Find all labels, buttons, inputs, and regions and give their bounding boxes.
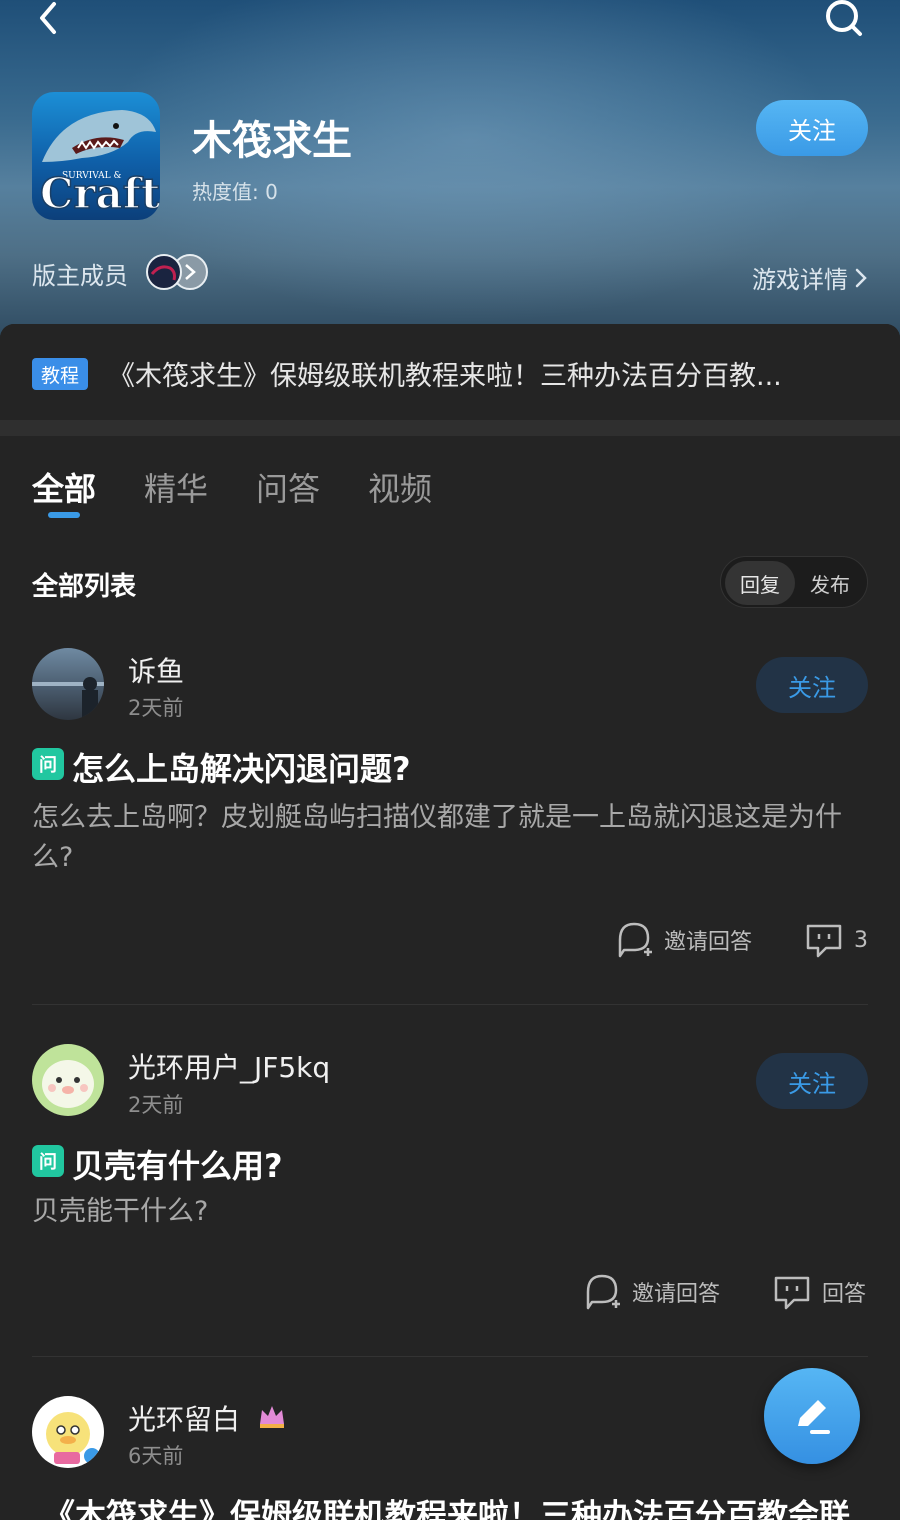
active-tab-indicator [48,512,80,518]
question-badge: 问 [32,1145,64,1177]
edit-pencil-icon [798,1400,830,1434]
avatar-image [42,1060,94,1108]
badge-icon [260,1406,284,1428]
avatar[interactable] [32,648,104,720]
follow-game-button[interactable]: 关注 [756,100,868,156]
post-separator [32,1356,868,1357]
tab-featured[interactable]: 精华 [144,464,208,510]
answer-button[interactable]: 回答 [772,1272,866,1312]
tab-all[interactable]: 全部 [32,464,96,510]
moderators-label[interactable]: 版主成员 [32,256,128,291]
sort-toggle[interactable]: 回复 发布 [720,556,868,608]
post-username[interactable]: 光环用户_JF5kq [128,1046,330,1086]
post-time: 2天前 [128,696,184,720]
follow-user-button[interactable]: 关注 [756,657,868,713]
invite-answer-icon [618,922,652,958]
avatar-image [46,1412,102,1466]
comment-icon [774,1276,810,1310]
compose-button[interactable] [764,1368,860,1464]
tab-video[interactable]: 视频 [368,464,432,510]
post-time: 2天前 [128,1093,184,1117]
post-title[interactable]: 怎么上岛解决闪退问题? [72,744,411,790]
announcement-tag: 教程 [32,358,88,390]
content-panel [0,324,900,1520]
post-title[interactable]: 贝壳有什么用? [72,1141,283,1187]
avatar[interactable] [32,1044,104,1116]
tab-qa[interactable]: 问答 [256,464,320,510]
avatar-image [32,677,104,720]
post-username[interactable]: 光环留白 [128,1398,240,1438]
invite-answer-label: 邀请回答 [664,930,753,955]
invite-answer-label: 邀请回答 [632,1282,721,1307]
avatar[interactable] [32,1396,104,1468]
chevron-left-icon [40,2,56,34]
question-badge: 问 [32,748,64,780]
heat-value: 热度值: 0 [192,180,278,204]
logo-craft-text: Craft [40,169,160,218]
post-body[interactable]: 怎么去上岛啊？皮划艇岛屿扫描仪都建了就是一上岛就闪退这是为什么? [32,798,868,878]
comment-icon [806,924,842,958]
post-username[interactable]: 诉鱼 [128,650,184,690]
follow-user-button[interactable]: 关注 [756,1053,868,1109]
announcement-text[interactable]: 《木筏求生》保姆级联机教程来啦！三种办法百分百教... [108,354,808,393]
sort-by-publish[interactable]: 发布 [795,561,865,605]
post-time: 6天前 [128,1444,184,1468]
game-title: 木筏求生 [192,118,352,164]
section-divider [0,420,900,436]
post-body[interactable]: 贝壳能干什么? [32,1192,868,1232]
answer-label: 回答 [822,1282,867,1307]
invite-answer-button[interactable]: 邀请回答 [582,1272,720,1312]
invite-answer-button[interactable]: 邀请回答 [614,920,752,960]
reply-count-button[interactable]: 3 [804,920,868,960]
sort-by-reply[interactable]: 回复 [725,561,795,605]
post-separator [32,1004,868,1005]
back-button[interactable] [28,0,72,40]
chevron-right-icon [855,268,867,287]
moderator-avatar-group [146,254,208,290]
invite-answer-icon [586,1274,620,1310]
moderator-avatars[interactable] [144,252,214,292]
game-icon[interactable]: SURVIVAL & Craft [32,92,160,220]
list-title: 全部列表 [32,572,137,602]
game-detail-link[interactable]: 游戏详情 [752,260,868,295]
shark-logo-icon: SURVIVAL & Craft [39,110,160,219]
search-button[interactable] [820,0,868,40]
game-detail-label: 游戏详情 [752,266,848,294]
reply-count: 3 [854,927,868,953]
search-icon [826,0,862,36]
post-title[interactable]: 《木筏求生》保姆级联机教程来啦！三种办法百分百教会联 [44,1490,884,1520]
